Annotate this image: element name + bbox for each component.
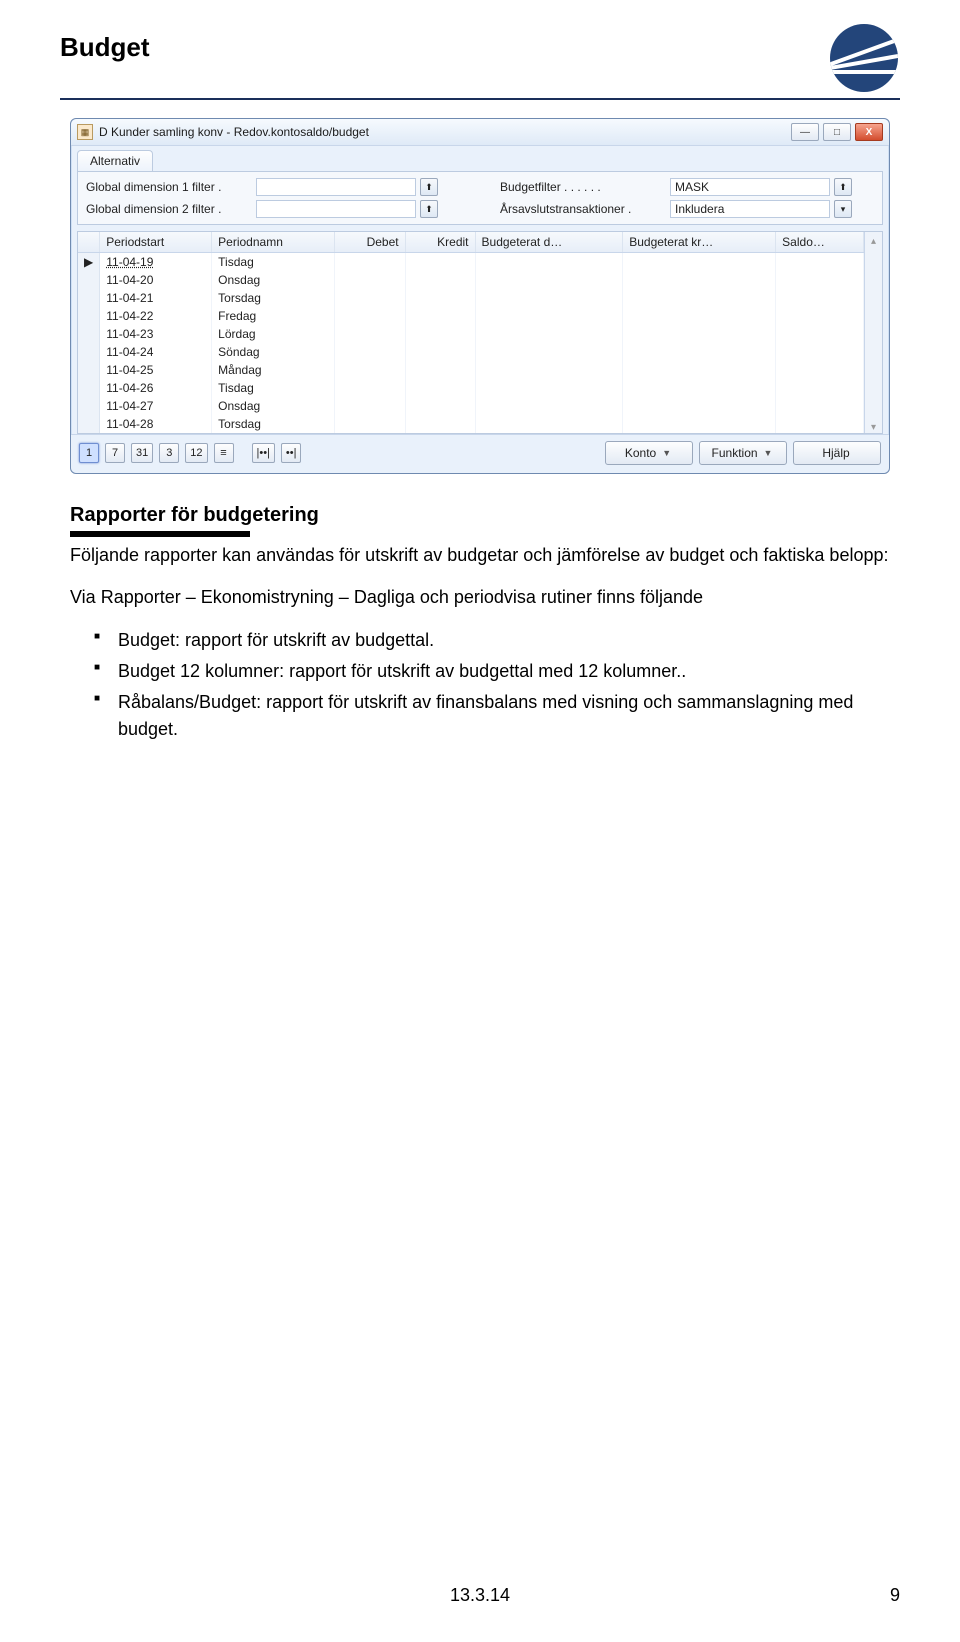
cell-periodnamn: Fredag <box>212 307 334 325</box>
cell-periodnamn: Onsdag <box>212 271 334 289</box>
period-range-button[interactable]: |••| <box>252 443 275 463</box>
page-title: Budget <box>60 32 150 71</box>
table-row[interactable]: 11-04-23Lördag <box>78 325 864 343</box>
cell-periodnamn: Lördag <box>212 325 334 343</box>
list-item: Råbalans/Budget: rapport för utskrift av… <box>118 689 890 743</box>
section-intro: Följande rapporter kan användas för utsk… <box>70 543 890 567</box>
cell-periodnamn: Onsdag <box>212 397 334 415</box>
section-heading: Rapporter för budgetering <box>70 504 890 527</box>
table-row[interactable]: 11-04-21Torsdag <box>78 289 864 307</box>
dim1-lookup-button[interactable]: ⬆ <box>420 178 438 196</box>
cell-periodstart[interactable]: 11-04-28 <box>100 415 212 433</box>
table-row[interactable]: 11-04-24Söndag <box>78 343 864 361</box>
budgetfilter-input[interactable]: MASK <box>670 178 830 196</box>
col-kredit[interactable]: Kredit <box>405 232 475 253</box>
konto-button[interactable]: Konto▼ <box>605 441 693 465</box>
period-3-button[interactable]: 3 <box>159 443 179 463</box>
header-divider <box>60 98 900 100</box>
page-footer: 13.3.14 9 <box>0 1585 960 1606</box>
dim1-label: Global dimension 1 filter . <box>86 180 256 194</box>
maximize-button[interactable]: □ <box>823 123 851 141</box>
budgetfilter-lookup-button[interactable]: ⬆ <box>834 178 852 196</box>
window-icon: ▦ <box>77 124 93 140</box>
section-path: Via Rapporter – Ekonomistryning – Daglig… <box>70 585 890 609</box>
cell-periodnamn: Torsdag <box>212 289 334 307</box>
window-title: D Kunder samling konv - Redov.kontosaldo… <box>99 125 791 139</box>
hjalp-button[interactable]: Hjälp <box>793 441 881 465</box>
cell-periodstart[interactable]: 11-04-19 <box>100 253 212 271</box>
table-row[interactable]: 11-04-26Tisdag <box>78 379 864 397</box>
period-list-button[interactable]: ≡ <box>214 443 234 463</box>
cell-periodstart[interactable]: 11-04-26 <box>100 379 212 397</box>
table-row[interactable]: 11-04-22Fredag <box>78 307 864 325</box>
col-periodstart[interactable]: Periodstart <box>100 232 212 253</box>
col-budgeterat-d[interactable]: Budgeterat d… <box>475 232 623 253</box>
funktion-button[interactable]: Funktion▼ <box>699 441 787 465</box>
tab-alternativ[interactable]: Alternativ <box>77 150 153 171</box>
minimize-button[interactable]: — <box>791 123 819 141</box>
cell-periodstart[interactable]: 11-04-25 <box>100 361 212 379</box>
col-periodnamn[interactable]: Periodnamn <box>212 232 334 253</box>
data-grid[interactable]: Periodstart Periodnamn Debet Kredit Budg… <box>78 232 864 433</box>
company-logo <box>830 24 900 94</box>
table-row[interactable]: 11-04-20Onsdag <box>78 271 864 289</box>
yearend-input[interactable]: Inkludera <box>670 200 830 218</box>
dim2-lookup-button[interactable]: ⬆ <box>420 200 438 218</box>
list-item: Budget: rapport för utskrift av budgetta… <box>118 627 890 654</box>
budgetfilter-label: Budgetfilter . . . . . . <box>500 180 670 194</box>
cell-periodnamn: Tisdag <box>212 253 334 271</box>
yearend-label: Årsavslutstransaktioner . <box>500 202 670 216</box>
table-row[interactable]: 11-04-25Måndag <box>78 361 864 379</box>
cell-periodstart[interactable]: 11-04-20 <box>100 271 212 289</box>
period-12-button[interactable]: 12 <box>185 443 207 463</box>
list-item: Budget 12 kolumner: rapport för utskrift… <box>118 658 890 685</box>
cell-periodstart[interactable]: 11-04-23 <box>100 325 212 343</box>
table-row[interactable]: ▶11-04-19Tisdag <box>78 253 864 271</box>
dim2-label: Global dimension 2 filter . <box>86 202 256 216</box>
app-window: ▦ D Kunder samling konv - Redov.kontosal… <box>70 118 890 474</box>
dim1-input[interactable] <box>256 178 416 196</box>
table-row[interactable]: 11-04-27Onsdag <box>78 397 864 415</box>
section-divider <box>70 531 250 537</box>
cell-periodnamn: Söndag <box>212 343 334 361</box>
cell-periodstart[interactable]: 11-04-24 <box>100 343 212 361</box>
footer-page: 9 <box>890 1585 900 1606</box>
period-1-button[interactable]: 1 <box>79 443 99 463</box>
period-7-button[interactable]: 7 <box>105 443 125 463</box>
close-button[interactable]: X <box>855 123 883 141</box>
cell-periodstart[interactable]: 11-04-22 <box>100 307 212 325</box>
cell-periodnamn: Måndag <box>212 361 334 379</box>
col-budgeterat-kr[interactable]: Budgeterat kr… <box>623 232 776 253</box>
period-31-button[interactable]: 31 <box>131 443 153 463</box>
cell-periodstart[interactable]: 11-04-27 <box>100 397 212 415</box>
cell-periodnamn: Torsdag <box>212 415 334 433</box>
footer-date: 13.3.14 <box>450 1585 510 1606</box>
col-selector <box>78 232 100 253</box>
table-row[interactable]: 11-04-28Torsdag <box>78 415 864 433</box>
cell-periodstart[interactable]: 11-04-21 <box>100 289 212 307</box>
cell-periodnamn: Tisdag <box>212 379 334 397</box>
titlebar: ▦ D Kunder samling konv - Redov.kontosal… <box>71 119 889 146</box>
yearend-dropdown-button[interactable]: ▾ <box>834 200 852 218</box>
dim2-input[interactable] <box>256 200 416 218</box>
col-debet[interactable]: Debet <box>334 232 405 253</box>
scrollbar[interactable]: ▴▾ <box>864 232 882 433</box>
col-saldo[interactable]: Saldo… <box>776 232 864 253</box>
period-cumulative-button[interactable]: ••| <box>281 443 302 463</box>
